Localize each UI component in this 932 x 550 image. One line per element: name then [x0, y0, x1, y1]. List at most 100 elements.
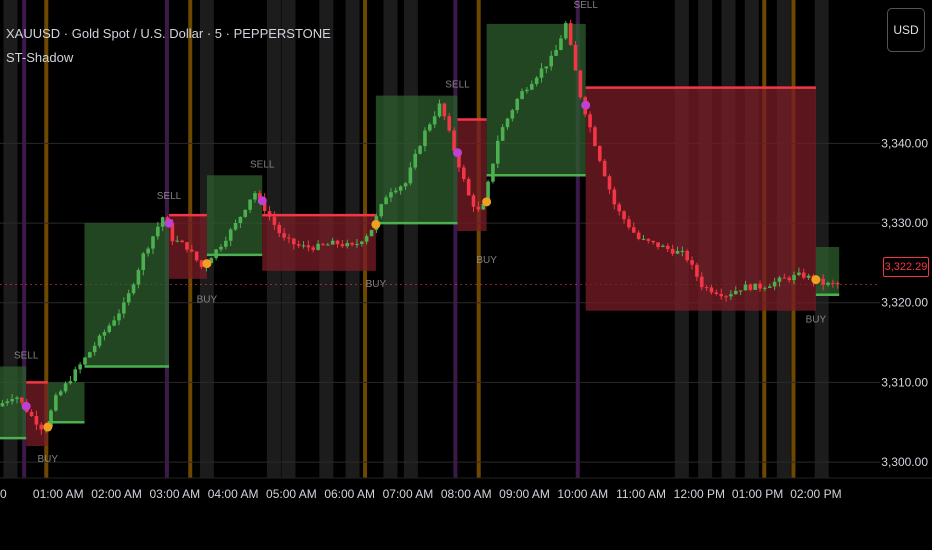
- candle-body: [102, 331, 107, 336]
- candle-body: [287, 237, 291, 239]
- candle-body: [228, 229, 233, 241]
- candle-body: [88, 352, 92, 358]
- candle-body: [588, 114, 592, 128]
- candle-body: [539, 68, 544, 78]
- candle-body: [214, 249, 218, 259]
- candle-body: [743, 284, 748, 291]
- candle-body: [238, 216, 243, 224]
- candle-body: [29, 411, 34, 417]
- candle-body: [277, 224, 282, 234]
- candle-body: [801, 272, 806, 278]
- session-band-gray: [814, 0, 829, 478]
- candle-body: [719, 294, 723, 297]
- candle-body: [330, 240, 335, 245]
- candle-body: [398, 186, 403, 191]
- candle-body: [267, 211, 272, 217]
- candle-body: [437, 103, 442, 117]
- time-tick-label: 01:00 AM: [33, 487, 84, 501]
- candle-body: [364, 236, 369, 242]
- candle-body: [452, 130, 456, 151]
- candle-body: [612, 189, 617, 205]
- candle-body: [651, 240, 656, 243]
- candle-body: [563, 23, 568, 39]
- candle-body: [665, 245, 670, 249]
- uptrend-zone: [84, 223, 170, 367]
- price-tick-label: 3,300.00: [881, 455, 928, 469]
- candle-body: [355, 243, 359, 245]
- price-tick-label: 3,340.00: [881, 136, 928, 150]
- time-tick-label: 01:00 PM: [732, 487, 783, 501]
- candle-body: [418, 146, 422, 154]
- candle-body: [554, 50, 558, 56]
- candle-body: [568, 23, 573, 45]
- candle-body: [321, 243, 325, 245]
- sell-signal-label: SELL: [445, 80, 470, 91]
- buy-signal-marker: [371, 219, 381, 229]
- candle-body: [78, 364, 82, 370]
- candle-body: [326, 244, 330, 246]
- candle-body: [316, 243, 320, 250]
- candle-body: [350, 243, 354, 245]
- time-tick-label: 04:00 AM: [208, 487, 259, 501]
- candle-body: [442, 103, 447, 117]
- candle-body: [369, 229, 374, 237]
- candle-body: [107, 325, 112, 332]
- candle-body: [491, 163, 495, 182]
- buy-signal-marker: [811, 275, 821, 285]
- candle-body: [122, 302, 126, 314]
- price-tick-label: 3,320.00: [881, 296, 928, 310]
- candle-body: [500, 127, 505, 141]
- candle-body: [243, 209, 248, 217]
- candle-body: [131, 284, 136, 294]
- uptrend-zone: [206, 175, 263, 255]
- sell-signal-marker: [452, 148, 462, 158]
- buy-signal-marker: [43, 422, 53, 432]
- candle-body: [384, 197, 388, 205]
- currency-button[interactable]: USD: [887, 8, 925, 52]
- candle-body: [389, 192, 393, 198]
- candle-body: [190, 249, 194, 252]
- candle-body: [753, 283, 757, 290]
- symbol-title[interactable]: XAUUSD · Gold Spot / U.S. Dollar · 5 · P…: [6, 26, 331, 41]
- buy-signal-marker: [202, 259, 212, 269]
- buy-signal-label: BUY: [38, 454, 59, 465]
- candle-body: [282, 233, 286, 238]
- candle-body: [340, 244, 345, 247]
- candle-body: [724, 296, 728, 298]
- candle-body: [151, 236, 155, 249]
- session-band-gray: [403, 0, 418, 478]
- time-axis: 10 01:00 AM 02:00 AM 03:00 AM 04:00 AM 05:00 …: [0, 487, 842, 501]
- candle-body: [5, 401, 10, 404]
- session-band-gray: [383, 0, 398, 478]
- time-tick-label: 02:00 PM: [790, 487, 841, 501]
- candle-body: [296, 244, 301, 246]
- candle-body: [641, 238, 646, 240]
- candle-body: [408, 167, 413, 184]
- candle-body: [54, 395, 58, 411]
- candle-body: [136, 270, 141, 285]
- price-axis: 3,300.00 3,310.00 3,320.00 3,330.00 3,340.00: [881, 136, 928, 469]
- candle-body: [797, 272, 801, 275]
- indicator-name[interactable]: ST-Shadow: [6, 50, 73, 65]
- candle-body: [394, 190, 398, 193]
- candle-body: [233, 223, 238, 230]
- candle-body: [160, 217, 165, 227]
- candle-body: [534, 77, 539, 84]
- sell-signal-marker: [21, 401, 31, 411]
- candle-body: [180, 240, 184, 243]
- uptrend-zone: [486, 23, 586, 176]
- time-tick-label: 10: [0, 487, 7, 501]
- sell-signal-marker: [581, 100, 591, 110]
- candle-body: [656, 242, 660, 248]
- time-tick-label: 05:00 AM: [266, 487, 317, 501]
- candle-body: [680, 250, 685, 252]
- time-tick-label: 06:00 AM: [324, 487, 375, 501]
- candle-body: [617, 204, 622, 212]
- candle-body: [272, 216, 277, 225]
- time-tick-label: 10:00 AM: [557, 487, 608, 501]
- candle-body: [821, 278, 825, 285]
- buy-signal-label: BUY: [366, 279, 387, 290]
- candle-body: [253, 193, 257, 200]
- candlestick-chart[interactable]: SELL BUY SELL BUY SELL BUY SELL BUY SELL BUY 3,30…: [0, 0, 932, 550]
- candle-body: [714, 292, 719, 295]
